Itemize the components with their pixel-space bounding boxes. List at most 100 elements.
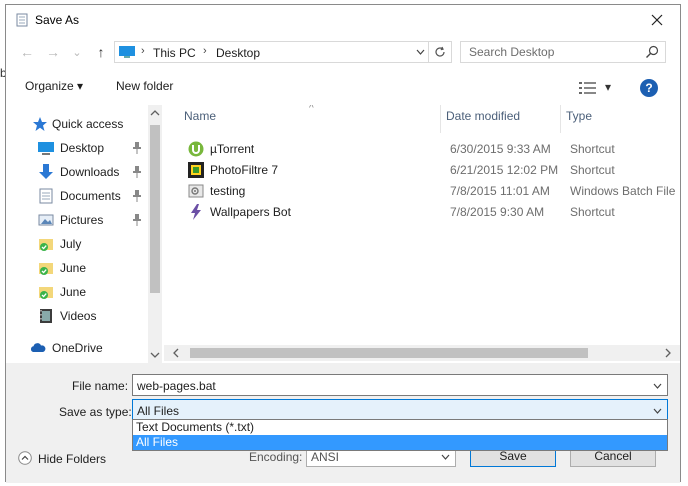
organize-button[interactable]: Organize ▾ bbox=[25, 79, 83, 93]
file-name-dropdown[interactable] bbox=[650, 379, 664, 393]
batch-file-icon bbox=[188, 184, 204, 198]
close-button[interactable] bbox=[634, 5, 680, 35]
scroll-down-icon bbox=[150, 352, 160, 358]
scrollbar-thumb[interactable] bbox=[150, 125, 160, 293]
column-header-type[interactable]: Type bbox=[566, 109, 592, 131]
refresh-icon bbox=[435, 46, 445, 57]
recent-locations-button[interactable]: ⌄ bbox=[66, 41, 88, 63]
pin-icon bbox=[133, 166, 141, 178]
file-name: PhotoFiltre 7 bbox=[210, 163, 279, 177]
sidebar-item-desktop[interactable]: Desktop bbox=[6, 137, 148, 159]
sidebar-item-june-2[interactable]: June bbox=[6, 281, 148, 303]
scroll-right-icon bbox=[665, 348, 671, 358]
chevron-down-icon: ⌄ bbox=[72, 46, 82, 59]
file-row[interactable]: PhotoFiltre 7 6/21/2015 12:02 PM Shortcu… bbox=[164, 160, 680, 180]
pin-icon bbox=[133, 214, 141, 226]
sidebar-item-label: OneDrive bbox=[52, 341, 103, 355]
star-icon bbox=[33, 117, 47, 131]
sidebar-item-label: Quick access bbox=[52, 117, 124, 131]
file-type: Shortcut bbox=[570, 163, 615, 177]
sidebar-item-label: Documents bbox=[60, 189, 121, 203]
breadcrumb-this-pc[interactable]: This PC bbox=[153, 46, 196, 60]
sidebar-item-pictures[interactable]: Pictures bbox=[6, 209, 148, 231]
column-divider[interactable] bbox=[560, 105, 561, 133]
file-date: 6/21/2015 12:02 PM bbox=[450, 163, 559, 177]
forward-button[interactable]: → bbox=[42, 41, 64, 63]
option-all-files[interactable]: All Files bbox=[133, 435, 667, 450]
file-row[interactable]: µTorrent 6/30/2015 9:33 AM Shortcut bbox=[164, 139, 680, 159]
up-arrow-icon: ↑ bbox=[97, 44, 105, 60]
sidebar-item-onedrive[interactable]: OneDrive bbox=[6, 337, 148, 359]
scroll-left-icon bbox=[173, 348, 179, 358]
sidebar-item-label: Downloads bbox=[60, 165, 120, 179]
sidebar-item-label: July bbox=[60, 237, 82, 251]
save-button-label: Save bbox=[499, 449, 527, 463]
sidebar-item-videos[interactable]: Videos bbox=[6, 305, 148, 327]
navigation-bar: ← → ⌄ ↑ › This PC › Desktop bbox=[6, 39, 680, 65]
column-divider[interactable] bbox=[440, 105, 441, 133]
photofiltre-icon bbox=[188, 162, 204, 178]
file-row[interactable]: testing 7/8/2015 11:01 AM Windows Batch … bbox=[164, 181, 680, 201]
file-list: ^ Name Date modified Type µTorrent 6/30/… bbox=[164, 105, 680, 363]
this-pc-icon bbox=[119, 46, 135, 58]
encoding-label: Encoding: bbox=[249, 450, 303, 464]
scroll-up-icon bbox=[150, 110, 160, 116]
breadcrumb-desktop[interactable]: Desktop bbox=[216, 46, 260, 60]
hide-folders-label: Hide Folders bbox=[38, 452, 107, 466]
file-type: Shortcut bbox=[570, 205, 615, 219]
scrollbar-thumb[interactable] bbox=[190, 348, 588, 358]
file-date: 6/30/2015 9:33 AM bbox=[450, 142, 551, 156]
save-as-type-value: All Files bbox=[137, 404, 180, 418]
file-type: Shortcut bbox=[570, 142, 615, 156]
sidebar-item-label: June bbox=[60, 261, 87, 275]
help-icon: ? bbox=[645, 81, 653, 95]
breadcrumb-separator: › bbox=[203, 45, 207, 57]
save-as-type-dropdown[interactable] bbox=[650, 404, 664, 418]
save-as-type-select[interactable]: All Files bbox=[132, 399, 668, 421]
change-view-button[interactable]: ▾ bbox=[579, 80, 619, 96]
encoding-value: ANSI bbox=[311, 450, 340, 464]
sidebar-item-documents[interactable]: Documents bbox=[6, 185, 148, 207]
file-date: 7/8/2015 11:01 AM bbox=[450, 184, 550, 198]
file-row[interactable]: Wallpapers Bot 7/8/2015 9:30 AM Shortcut bbox=[164, 202, 680, 222]
utorrent-icon bbox=[188, 141, 204, 157]
up-button[interactable]: ↑ bbox=[90, 41, 112, 63]
back-button[interactable]: ← bbox=[16, 41, 38, 63]
sidebar-item-june[interactable]: June bbox=[6, 257, 148, 279]
new-folder-button[interactable]: New folder bbox=[116, 79, 173, 93]
cloud-icon bbox=[30, 343, 46, 352]
column-header-name[interactable]: Name bbox=[184, 109, 216, 131]
file-list-scrollbar[interactable] bbox=[164, 345, 680, 361]
forward-arrow-icon: → bbox=[46, 44, 60, 60]
notepad-icon bbox=[16, 13, 28, 27]
close-icon bbox=[651, 14, 663, 26]
views-dropdown-icon: ▾ bbox=[605, 80, 612, 94]
navigation-scrollbar[interactable] bbox=[148, 105, 162, 363]
search-box[interactable] bbox=[460, 41, 666, 63]
search-input[interactable] bbox=[461, 42, 644, 62]
sidebar-item-quick-access[interactable]: Quick access bbox=[6, 113, 148, 135]
sidebar-item-downloads[interactable]: Downloads bbox=[6, 161, 148, 183]
help-button[interactable]: ? bbox=[640, 79, 658, 97]
save-as-type-label: Save as type: bbox=[59, 405, 132, 419]
pin-icon bbox=[133, 190, 141, 202]
column-header-date-modified[interactable]: Date modified bbox=[446, 109, 520, 131]
window-title: Save As bbox=[35, 13, 80, 27]
file-type: Windows Batch File bbox=[570, 184, 676, 198]
option-text-documents[interactable]: Text Documents (*.txt) bbox=[133, 420, 667, 435]
address-bar[interactable]: › This PC › Desktop bbox=[114, 41, 452, 63]
folder-check-icon bbox=[39, 239, 53, 251]
pictures-icon bbox=[38, 214, 54, 226]
navigation-pane: Quick access Desktop Downloads Documents… bbox=[6, 105, 164, 363]
refresh-button[interactable] bbox=[428, 42, 451, 62]
sidebar-item-july[interactable]: July bbox=[6, 233, 148, 255]
save-as-dialog: Save As ← → ⌄ ↑ › This PC › Desktop Sear… bbox=[5, 4, 681, 483]
wallpapers-bot-icon bbox=[191, 204, 201, 220]
hide-folders-button[interactable]: Hide Folders bbox=[18, 449, 118, 469]
file-name-value: web-pages.bat bbox=[137, 379, 216, 393]
save-as-type-options: Text Documents (*.txt) All Files bbox=[132, 419, 668, 451]
address-dropdown[interactable] bbox=[413, 45, 427, 59]
file-name-field[interactable]: web-pages.bat bbox=[132, 374, 668, 396]
file-name-label: File name: bbox=[72, 379, 129, 393]
encoding-dropdown[interactable] bbox=[438, 450, 452, 464]
